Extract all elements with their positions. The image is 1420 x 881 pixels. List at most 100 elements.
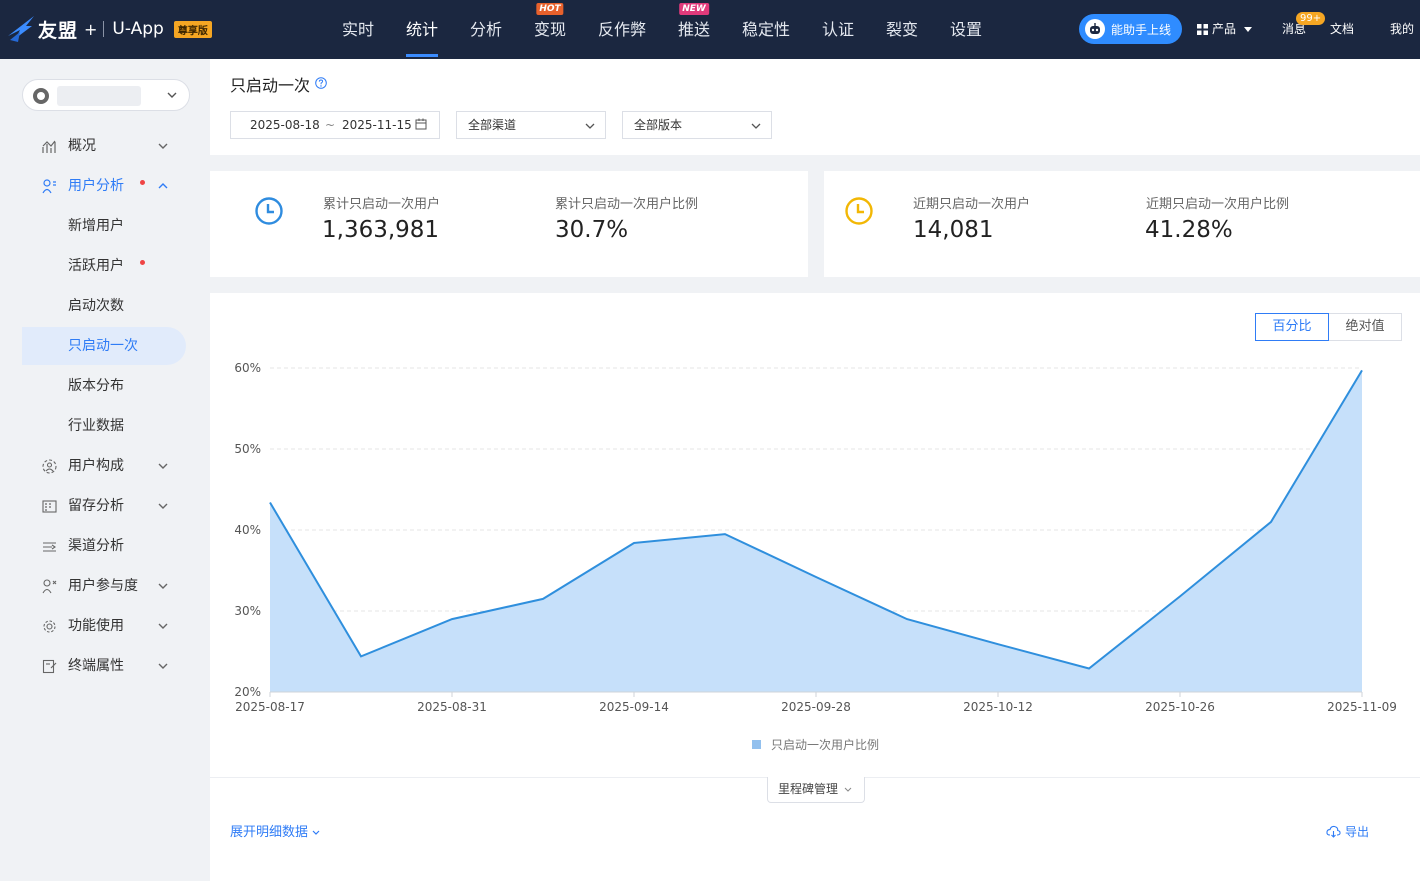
nav-tab-label: 反作弊 xyxy=(597,20,646,39)
nav-tab-label: 设置 xyxy=(949,20,982,39)
channel-icon xyxy=(43,542,56,552)
sidebar: 概况 用户分析 新增用户 活跃用户 启动次数 只启动一次 版本分布 行业数据 用… xyxy=(0,59,210,881)
sidebar-subitem-industry-data[interactable]: 行业数据 xyxy=(22,407,186,445)
docs-label: 文档 xyxy=(1330,22,1355,36)
brand-logo[interactable]: 友盟 + U-App 尊享版 xyxy=(6,14,212,44)
ai-assistant-button[interactable]: 能助手上线 xyxy=(1079,14,1182,44)
recent-users-label: 近期只启动一次用户 xyxy=(913,197,1031,212)
milestone-management-button[interactable]: 里程碑管理 xyxy=(767,777,865,803)
sidebar-item-channel-analysis[interactable]: 渠道分析 xyxy=(22,527,186,565)
export-button[interactable]: 导出 xyxy=(1326,823,1369,840)
chevron-down-icon xyxy=(158,503,168,509)
nav-tab-anti-cheat[interactable]: 反作弊 xyxy=(582,0,662,59)
channel-select-value: 全部渠道 xyxy=(468,118,517,132)
messages-link[interactable]: 消息 xyxy=(1282,0,1306,59)
sidebar-item-user-composition[interactable]: 用户构成 xyxy=(22,447,186,485)
version-select-value: 全部版本 xyxy=(634,118,683,132)
cumulative-ratio-value: 30.7% xyxy=(555,217,629,243)
sidebar-item-label: 功能使用 xyxy=(68,618,124,634)
nav-tab-label: 分析 xyxy=(469,20,502,39)
mine-label: 我的 xyxy=(1390,22,1415,36)
export-label: 导出 xyxy=(1345,825,1370,839)
nav-tab-label: 裂变 xyxy=(885,20,918,39)
docs-link[interactable]: 文档 xyxy=(1330,0,1354,59)
sidebar-item-label: 用户构成 xyxy=(68,458,124,474)
user-composition-icon xyxy=(42,459,57,474)
nav-tab-realtime[interactable]: 实时 xyxy=(326,0,390,59)
chevron-down-icon xyxy=(158,583,168,589)
recent-users-value: 14,081 xyxy=(913,217,994,243)
date-start: 2025-08-18 xyxy=(250,118,320,132)
sidebar-subitem-label: 只启动一次 xyxy=(68,338,138,354)
hot-tag: HOT xyxy=(536,3,564,15)
sidebar-item-retention[interactable]: 留存分析 xyxy=(22,487,186,525)
cumulative-users-value: 1,363,981 xyxy=(322,217,440,243)
my-account-link[interactable]: 我的 xyxy=(1390,0,1414,59)
products-label: 产品 xyxy=(1212,22,1237,36)
new-tag: NEW xyxy=(679,3,709,15)
legend-swatch xyxy=(752,740,761,749)
expand-details-link[interactable]: 展开明细数据 xyxy=(230,821,320,840)
cumulative-ratio-label: 累计只启动一次用户比例 xyxy=(555,197,699,212)
sidebar-item-user-analysis[interactable]: 用户分析 xyxy=(22,167,186,205)
products-menu[interactable]: 产品 xyxy=(1197,0,1252,59)
nav-tab-fission[interactable]: 裂变 xyxy=(870,0,934,59)
y-tick-label: 50% xyxy=(234,442,261,456)
app-selector[interactable] xyxy=(22,79,190,111)
date-end: 2025-11-15 xyxy=(342,118,412,132)
sidebar-item-overview[interactable]: 概况 xyxy=(22,127,186,165)
sidebar-subitem-label: 版本分布 xyxy=(68,378,124,394)
chevron-down-icon xyxy=(585,123,595,129)
sidebar-subitem-launch-count[interactable]: 启动次数 xyxy=(22,287,186,325)
sidebar-item-user-engagement[interactable]: 用户参与度 xyxy=(22,567,186,605)
top-navigation-bar: 友盟 + U-App 尊享版 实时 统计 分析 HOT 变现 反作弊 NEW 推送 … xyxy=(0,0,1420,59)
percent-toggle-button[interactable]: 百分比 xyxy=(1255,313,1329,341)
nav-tab-label: 稳定性 xyxy=(741,20,790,39)
recent-stats-card: 近期只启动一次用户 14,081 近期只启动一次用户比例 41.28% xyxy=(824,171,1420,277)
channel-select[interactable]: 全部渠道 xyxy=(456,111,606,139)
nav-tab-statistics[interactable]: 统计 xyxy=(390,0,454,59)
x-tick-label: 2025-10-26 xyxy=(1145,700,1215,714)
sidebar-subitem-label: 行业数据 xyxy=(68,418,124,434)
nav-tab-certification[interactable]: 认证 xyxy=(806,0,870,59)
sidebar-item-device-attributes[interactable]: 终端属性 xyxy=(22,647,186,685)
umeng-bird-logo-icon xyxy=(8,16,34,42)
sidebar-subitem-version-distribution[interactable]: 版本分布 xyxy=(22,367,186,405)
caret-down-icon xyxy=(1243,26,1252,32)
overview-chart-icon xyxy=(42,140,56,153)
x-tick-label: 2025-09-14 xyxy=(599,700,669,714)
notification-dot xyxy=(140,260,145,265)
help-question-icon[interactable] xyxy=(315,77,327,89)
y-tick-label: 60% xyxy=(234,361,261,375)
chevron-down-icon xyxy=(167,92,177,98)
nav-tab-push[interactable]: NEW 推送 xyxy=(662,0,726,59)
ios-platform-icon xyxy=(33,88,49,104)
nav-tab-label: 认证 xyxy=(821,20,854,39)
series-area-fill xyxy=(270,370,1362,692)
y-tick-label: 40% xyxy=(234,523,261,537)
y-tick-label: 20% xyxy=(234,685,261,699)
nav-tab-settings[interactable]: 设置 xyxy=(934,0,998,59)
sidebar-item-feature-usage[interactable]: 功能使用 xyxy=(22,607,186,645)
chevron-down-icon xyxy=(158,463,168,469)
chevron-down-icon xyxy=(158,663,168,669)
retention-icon xyxy=(42,500,57,513)
engagement-icon xyxy=(42,579,57,594)
cumulative-users-label: 累计只启动一次用户 xyxy=(323,197,441,212)
chart-panel: 百分比 绝对值 20% 30% 40% 50% 60% 2025-08-17 2025-08… xyxy=(210,293,1420,881)
device-icon xyxy=(42,659,57,674)
nav-tab-monetization[interactable]: HOT 变现 xyxy=(518,0,582,59)
sidebar-subitem-active-users[interactable]: 活跃用户 xyxy=(22,247,186,285)
notification-dot xyxy=(140,180,145,185)
active-tab-underline xyxy=(406,54,438,57)
milestone-label: 里程碑管理 xyxy=(778,782,839,796)
nav-tab-stability[interactable]: 稳定性 xyxy=(726,0,806,59)
product-name: U-App xyxy=(112,19,164,39)
version-select[interactable]: 全部版本 xyxy=(622,111,772,139)
date-range-picker[interactable]: 2025-08-18 ~ 2025-11-15 xyxy=(230,111,440,139)
sidebar-subitem-new-users[interactable]: 新增用户 xyxy=(22,207,186,245)
page-title: 只启动一次 xyxy=(230,76,311,95)
sidebar-item-label: 用户分析 xyxy=(68,178,124,194)
nav-tab-analysis[interactable]: 分析 xyxy=(454,0,518,59)
sidebar-subitem-launched-once[interactable]: 只启动一次 xyxy=(22,327,186,365)
